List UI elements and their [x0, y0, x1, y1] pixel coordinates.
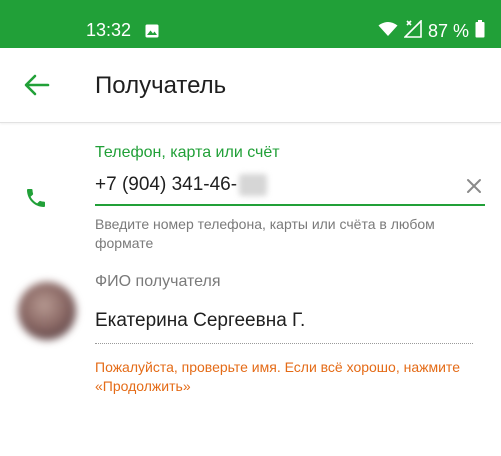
recipient-field-hint: Введите номер телефона, карты или счёта …: [95, 216, 435, 251]
back-arrow-icon[interactable]: [22, 70, 52, 100]
app-bar: Получатель: [0, 48, 501, 123]
page-title: Получатель: [95, 72, 227, 99]
clear-icon[interactable]: [464, 176, 484, 196]
battery-percent: 87 %: [427, 20, 469, 41]
recipient-field-label: Телефон, карта или счёт: [95, 144, 280, 161]
status-time: 13:32: [86, 20, 132, 40]
phone-icon: [24, 186, 48, 210]
name-field-underline: [95, 343, 473, 344]
status-bar: 13:32 87 %: [0, 0, 501, 48]
wifi-icon: [378, 21, 398, 42]
redacted-digits: [239, 174, 268, 196]
signal-x-icon: [403, 18, 422, 43]
name-field-label: ФИО получателя: [95, 273, 221, 290]
status-icons: 87 %: [378, 18, 485, 43]
recipient-input-value: +7 (904) 341-46-: [95, 174, 238, 195]
recipient-input-underline: [95, 204, 485, 206]
recipient-name: Екатерина Сергеевна Г.: [95, 310, 306, 331]
gallery-icon: [145, 24, 159, 38]
avatar: [18, 282, 76, 340]
battery-icon: [475, 19, 485, 43]
recipient-input[interactable]: +7 (904) 341-46-: [95, 174, 268, 196]
name-warning: Пожалуйста, проверьте имя. Если всё хоро…: [95, 359, 460, 394]
